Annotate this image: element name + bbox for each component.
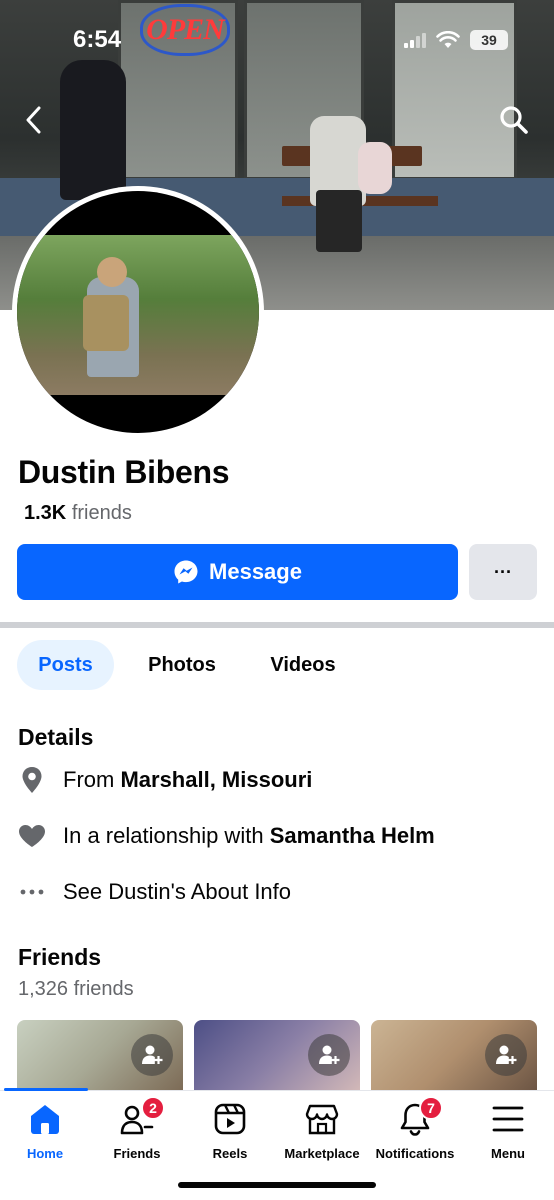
add-friend-button[interactable] bbox=[308, 1034, 350, 1076]
details-heading: Details bbox=[18, 724, 94, 750]
ellipsis-icon bbox=[18, 878, 46, 906]
tab-posts[interactable]: Posts bbox=[17, 640, 114, 690]
nav-reels[interactable]: Reels bbox=[184, 1098, 276, 1161]
friends-heading: Friends bbox=[18, 944, 102, 970]
more-options-button[interactable]: ··· bbox=[469, 544, 537, 600]
heart-icon bbox=[18, 822, 46, 850]
search-button[interactable] bbox=[494, 100, 534, 140]
nav-marketplace-label: Marketplace bbox=[284, 1146, 360, 1161]
nav-friends-label: Friends bbox=[113, 1146, 161, 1161]
cover-child bbox=[358, 142, 392, 194]
nav-marketplace[interactable]: Marketplace bbox=[276, 1098, 368, 1161]
friend-card[interactable] bbox=[194, 1020, 360, 1092]
open-sign: OPEN bbox=[140, 4, 230, 56]
status-icons: 39 bbox=[404, 30, 508, 50]
home-icon bbox=[25, 1098, 65, 1140]
profile-name: Dustin Bibens bbox=[18, 454, 230, 490]
reels-icon bbox=[210, 1098, 250, 1140]
relationship-partner[interactable]: Samantha Helm bbox=[270, 823, 435, 849]
back-button[interactable] bbox=[14, 100, 54, 140]
about-info-label: See Dustin's About Info bbox=[63, 879, 292, 904]
nav-menu[interactable]: Menu bbox=[462, 1098, 554, 1161]
add-friend-button[interactable] bbox=[131, 1034, 173, 1076]
avatar-head bbox=[97, 257, 127, 287]
nav-home[interactable]: Home bbox=[0, 1098, 91, 1161]
active-tab-indicator bbox=[4, 1088, 88, 1091]
nav-friends[interactable]: 2 Friends bbox=[91, 1096, 183, 1161]
add-friend-button[interactable] bbox=[485, 1034, 527, 1076]
marketplace-icon bbox=[302, 1098, 342, 1140]
add-friend-icon bbox=[496, 1045, 517, 1064]
nav-notifications[interactable]: 7 Notifications bbox=[369, 1096, 461, 1161]
cellular-signal-icon bbox=[404, 32, 426, 48]
avatar-vest bbox=[83, 295, 129, 351]
section-divider bbox=[0, 622, 554, 628]
hometown-value[interactable]: Marshall, Missouri bbox=[120, 767, 312, 793]
cover-person-legs bbox=[316, 190, 362, 252]
relationship-prefix: In a relationship with bbox=[63, 823, 264, 848]
message-button[interactable]: Message bbox=[17, 544, 458, 600]
avatar-image bbox=[17, 191, 259, 433]
friends-count-label: friends bbox=[71, 502, 132, 524]
friend-card[interactable] bbox=[17, 1020, 183, 1092]
friends-badge: 2 bbox=[141, 1096, 165, 1120]
status-time: 6:54 bbox=[73, 26, 122, 53]
about-info-link[interactable]: See Dustin's About Info bbox=[18, 878, 291, 906]
message-label: Message bbox=[209, 559, 302, 584]
cover-person bbox=[60, 60, 126, 200]
wifi-icon bbox=[436, 31, 460, 48]
nav-reels-label: Reels bbox=[212, 1146, 248, 1161]
tab-photos[interactable]: Photos bbox=[130, 640, 234, 690]
friends-count[interactable]: 1.3K friends bbox=[24, 502, 132, 525]
location-pin-icon bbox=[18, 766, 46, 794]
chevron-left-icon bbox=[26, 106, 41, 134]
add-friend-icon bbox=[319, 1045, 340, 1064]
profile-picture[interactable] bbox=[12, 186, 264, 438]
detail-relationship: In a relationship with Samantha Helm bbox=[18, 822, 435, 850]
friend-card[interactable] bbox=[371, 1020, 537, 1092]
search-icon bbox=[500, 106, 528, 134]
menu-icon bbox=[488, 1098, 528, 1140]
add-friend-icon bbox=[142, 1045, 163, 1064]
hometown-prefix: From bbox=[63, 767, 115, 792]
friends-count-number: 1.3K bbox=[24, 502, 67, 524]
home-indicator bbox=[178, 1182, 376, 1188]
nav-menu-label: Menu bbox=[491, 1146, 525, 1161]
notifications-badge: 7 bbox=[419, 1096, 443, 1120]
friends-subtitle[interactable]: 1,326 friends bbox=[18, 978, 134, 1001]
battery-icon: 39 bbox=[470, 30, 508, 50]
detail-hometown: From Marshall, Missouri bbox=[18, 766, 312, 794]
nav-home-label: Home bbox=[26, 1146, 64, 1161]
tab-videos[interactable]: Videos bbox=[250, 640, 356, 690]
bell-icon: 7 bbox=[395, 1096, 443, 1140]
friends-icon: 2 bbox=[117, 1096, 165, 1140]
nav-notifications-label: Notifications bbox=[375, 1146, 455, 1161]
messenger-icon bbox=[174, 560, 198, 584]
